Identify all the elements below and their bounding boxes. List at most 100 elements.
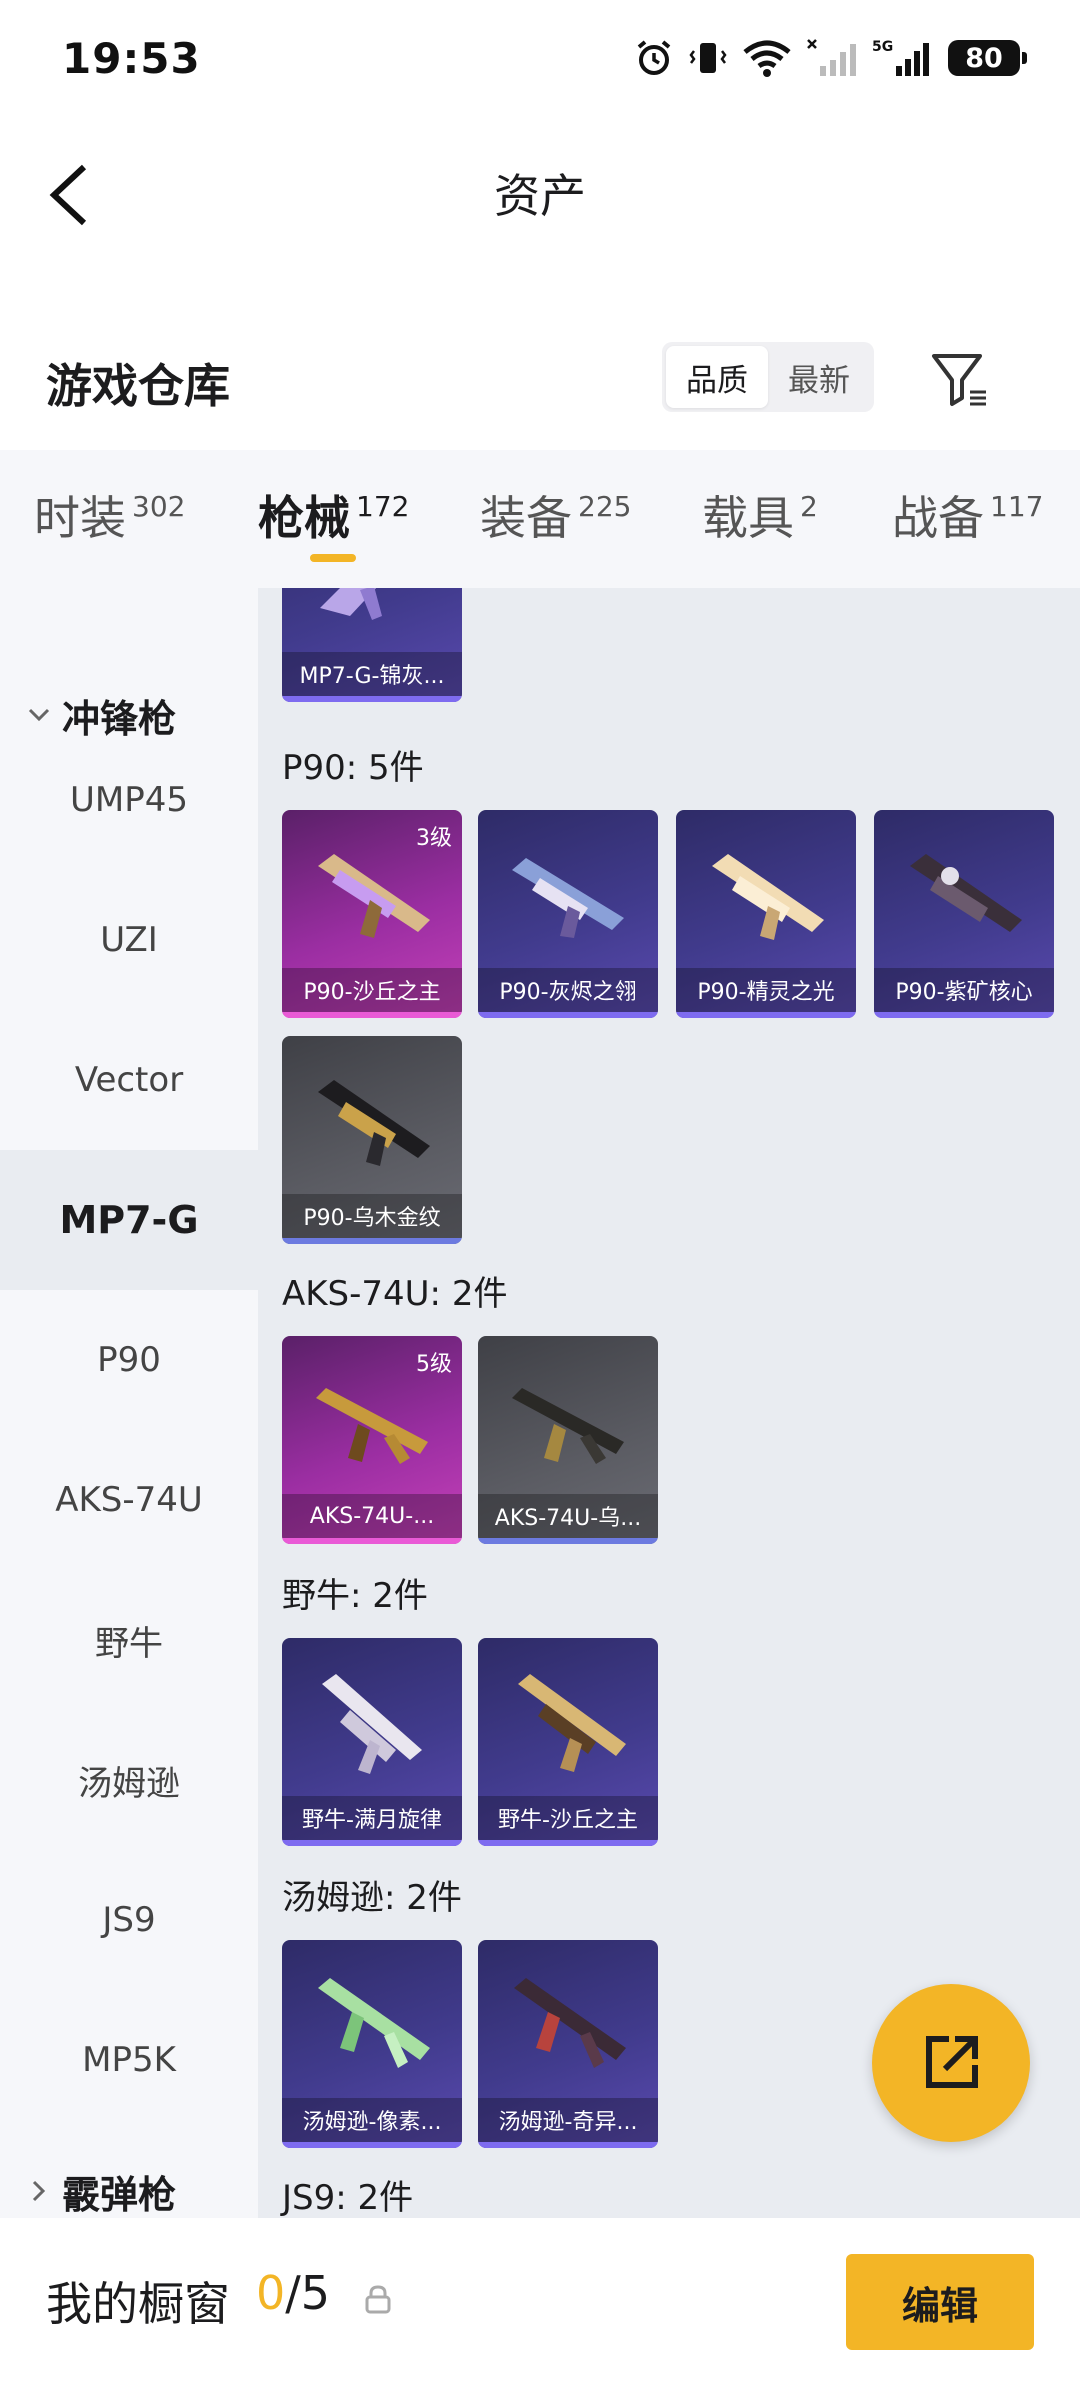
page-title: 资产 xyxy=(494,169,586,223)
weapon-list: MP7-G-锦灰... P90: 5件 3级 P90-沙丘之主 P90-灰烬之翎 xyxy=(258,588,1080,2218)
weapon-image xyxy=(512,858,624,938)
sidebar-item-uzi[interactable]: UZI xyxy=(0,870,258,1010)
sidebar-group-label: 霰弹枪 xyxy=(62,2172,177,2217)
showcase-count: 0/5 xyxy=(256,2266,330,2320)
rarity-bar xyxy=(282,1012,462,1018)
sidebar-item-aks74u[interactable]: AKS-74U xyxy=(0,1430,258,1570)
weapon-name: MP7-G-锦灰... xyxy=(282,652,462,696)
lock-icon xyxy=(365,2285,391,2314)
weapon-name: 野牛-满月旋律 xyxy=(282,1796,462,1840)
rarity-bar xyxy=(874,1012,1054,1018)
tab-count: 225 xyxy=(578,490,632,523)
showcase-total: /5 xyxy=(285,2266,331,2320)
showcase-label: 我的橱窗 xyxy=(46,2277,230,2331)
tab-supplies[interactable]: 战备 117 xyxy=(892,482,1043,548)
filter-icon xyxy=(932,354,986,406)
weapon-card[interactable]: P90-精灵之光 xyxy=(676,810,856,1018)
weapon-name: 汤姆逊-奇异... xyxy=(478,2098,658,2142)
weapon-image xyxy=(318,1080,430,1166)
group-title: 汤姆逊: 2件 xyxy=(282,1878,462,1918)
weapon-name: 汤姆逊-像素... xyxy=(282,2098,462,2142)
sort-quality-button[interactable]: 品质 xyxy=(666,346,768,408)
tab-count: 302 xyxy=(132,490,186,523)
weapon-name: P90-沙丘之主 xyxy=(282,968,462,1012)
sidebar-item-p90[interactable]: P90 xyxy=(0,1290,258,1430)
weapon-card[interactable]: 汤姆逊-奇异... xyxy=(478,1940,658,2148)
sidebar-item-mp7g[interactable]: MP7-G xyxy=(0,1150,258,1290)
group-title: JS9: 2件 xyxy=(282,2178,414,2218)
tab-label: 装备 xyxy=(480,491,572,545)
category-tabs: 时装 302 枪械 172 装备 225 载具 2 战备 117 xyxy=(0,450,1080,588)
weapon-card[interactable]: P90-乌木金纹 xyxy=(282,1036,462,1244)
share-fab-button[interactable] xyxy=(872,1984,1030,2142)
warehouse-header: 游戏仓库 品质 最新 xyxy=(0,330,1080,430)
weapon-name: P90-精灵之光 xyxy=(676,968,856,1012)
tab-count: 117 xyxy=(990,490,1044,523)
sidebar-item-vector[interactable]: Vector xyxy=(0,1010,258,1150)
chevron-right-icon xyxy=(22,2174,56,2208)
sidebar-item-ump45[interactable]: UMP45 xyxy=(0,730,258,870)
rarity-bar xyxy=(282,1840,462,1846)
filter-button[interactable] xyxy=(924,344,996,416)
sort-latest-button[interactable]: 最新 xyxy=(768,346,870,408)
rarity-bar xyxy=(282,696,462,702)
warehouse-title: 游戏仓库 xyxy=(46,359,230,413)
vibrate-icon xyxy=(689,43,727,73)
showcase-bar: 我的橱窗 0/5 编辑 xyxy=(0,2218,1080,2382)
wifi-icon xyxy=(743,40,791,77)
alarm-icon xyxy=(637,40,671,75)
weapon-image xyxy=(712,854,824,940)
weapon-image xyxy=(514,1978,626,2068)
showcase-current: 0 xyxy=(256,2266,286,2320)
tab-fashion[interactable]: 时装 302 xyxy=(34,482,185,548)
weapon-name: P90-灰烬之翎 xyxy=(478,968,658,1012)
edit-button[interactable]: 编辑 xyxy=(846,2254,1034,2350)
weapon-image xyxy=(320,588,382,620)
rarity-bar xyxy=(478,2142,658,2148)
weapon-image xyxy=(318,854,430,938)
chevron-down-icon xyxy=(22,698,56,732)
sidebar-item-thompson[interactable]: 汤姆逊 xyxy=(0,1710,258,1850)
tab-count: 172 xyxy=(356,490,410,523)
sidebar-item-js9[interactable]: JS9 xyxy=(0,1850,258,1990)
weapon-image xyxy=(518,1674,626,1772)
rarity-bar xyxy=(478,1538,658,1544)
rarity-bar xyxy=(478,1840,658,1846)
rarity-bar xyxy=(282,1238,462,1244)
group-title: AKS-74U: 2件 xyxy=(282,1274,508,1314)
weapon-card[interactable]: 野牛-满月旋律 xyxy=(282,1638,462,1846)
weapon-name: P90-乌木金纹 xyxy=(282,1194,462,1238)
tab-label: 载具 xyxy=(702,491,794,545)
weapon-card[interactable]: P90-紫矿核心 xyxy=(874,810,1054,1018)
tab-label: 战备 xyxy=(892,491,984,545)
tab-label: 时装 xyxy=(34,491,126,545)
weapon-name: 野牛-沙丘之主 xyxy=(478,1796,658,1840)
share-external-icon xyxy=(926,2036,978,2088)
weapon-card[interactable]: 3级 P90-沙丘之主 xyxy=(282,810,462,1018)
weapon-card[interactable]: AKS-74U-乌... xyxy=(478,1336,658,1544)
weapon-image xyxy=(316,1388,428,1464)
status-bar: 19:53 5G 80 xyxy=(0,0,1080,124)
sidebar-item-mp5k[interactable]: MP5K xyxy=(0,1990,258,2130)
weapon-image xyxy=(322,1674,422,1774)
battery-indicator: 80 xyxy=(948,40,1027,76)
weapon-card[interactable]: 野牛-沙丘之主 xyxy=(478,1638,658,1846)
weapon-card[interactable]: P90-灰烬之翎 xyxy=(478,810,658,1018)
weapon-type-sidebar: 冲锋枪 UMP45 UZI Vector MP7-G P90 AKS-74U 野… xyxy=(0,588,258,2226)
rarity-bar xyxy=(676,1012,856,1018)
weapon-name: P90-紫矿核心 xyxy=(874,968,1054,1012)
weapon-card[interactable]: MP7-G-锦灰... xyxy=(282,588,462,702)
weapon-image xyxy=(910,854,1022,932)
weapon-card[interactable]: 汤姆逊-像素... xyxy=(282,1940,462,2148)
signal-off-icon xyxy=(807,39,856,76)
weapon-card[interactable]: 5级 AKS-74U-... xyxy=(282,1336,462,1544)
sidebar-group-shotgun[interactable]: 霰弹枪 xyxy=(0,2136,258,2226)
sidebar-item-bizon[interactable]: 野牛 xyxy=(0,1570,258,1710)
weapon-image xyxy=(512,1388,624,1464)
group-title: 野牛: 2件 xyxy=(282,1576,428,1616)
weapon-name: AKS-74U-... xyxy=(282,1494,462,1538)
tab-firearms[interactable]: 枪械 172 xyxy=(258,482,409,548)
tab-equipment[interactable]: 装备 225 xyxy=(480,482,631,548)
tab-count: 2 xyxy=(800,490,818,523)
tab-vehicles[interactable]: 载具 2 xyxy=(702,482,818,548)
